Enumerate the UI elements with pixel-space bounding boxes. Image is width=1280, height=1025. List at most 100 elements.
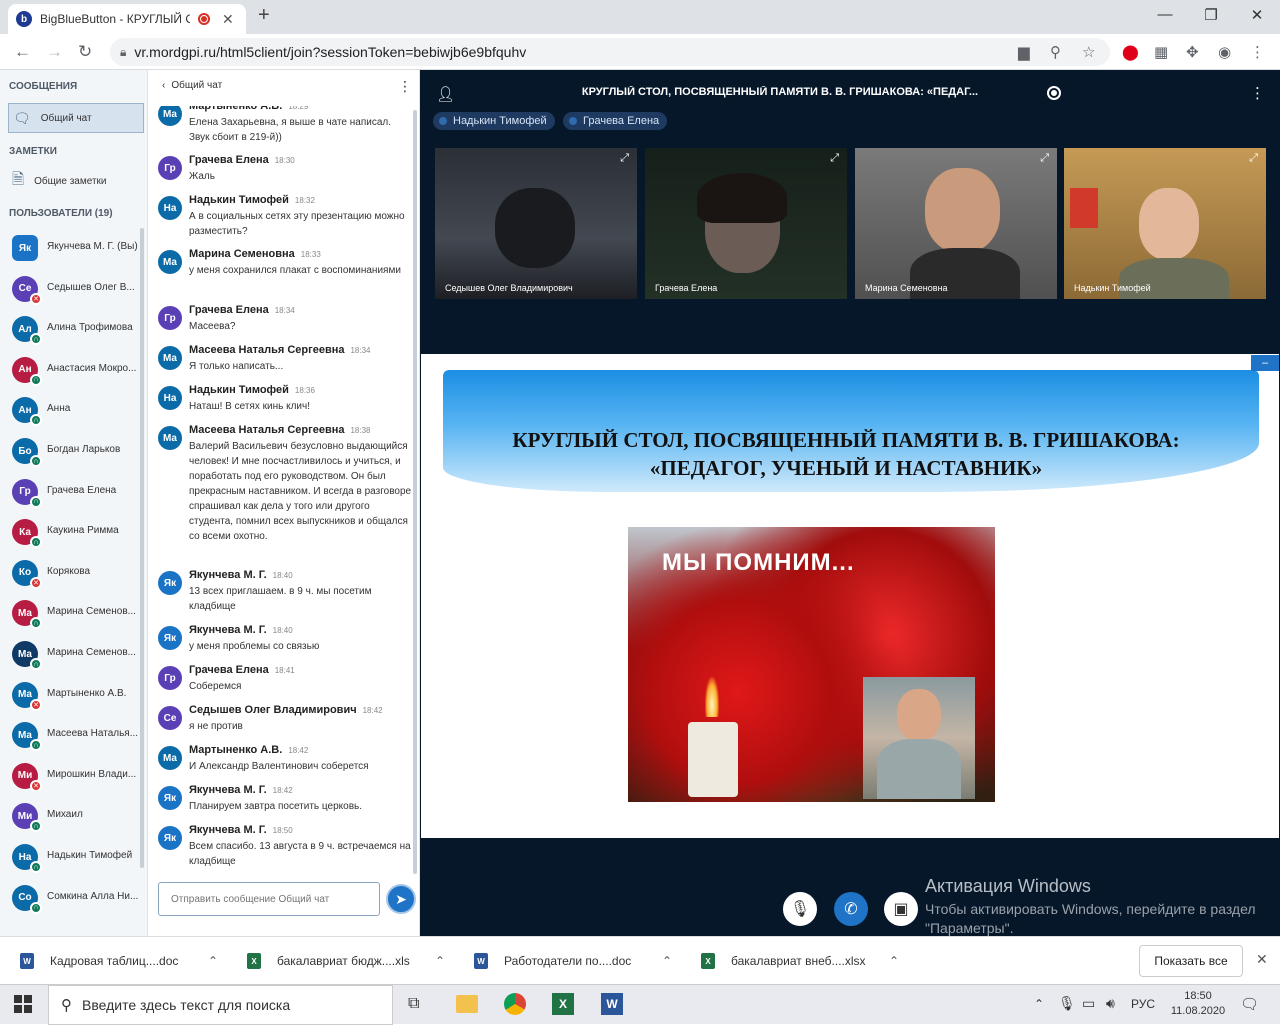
- message-text: Соберемся: [189, 681, 242, 692]
- microphone-icon[interactable]: 🎙︎: [1058, 995, 1076, 1012]
- message-text: Валерий Васильевич безусловно выдающийся…: [189, 441, 412, 542]
- user-name: Грачева Елена: [47, 484, 117, 496]
- user-list-item[interactable]: Се Седышев Олег В... ✕: [0, 269, 147, 309]
- notes-header: ЗАМЕТКИ: [9, 146, 57, 157]
- message-time: 18:36: [294, 386, 315, 395]
- user-list-item[interactable]: Ма Марина Семенов... ∩: [0, 634, 147, 674]
- url-field[interactable]: 🔒︎ vr.mordgpi.ru/html5client/join?sessio…: [110, 38, 1110, 66]
- chat-message-input[interactable]: [158, 882, 380, 916]
- browser-tab[interactable]: b BigBlueButton - КРУГЛЫЙ С ✕: [8, 4, 246, 34]
- user-list-item[interactable]: Ан Анна ∩: [0, 390, 147, 430]
- send-message-button[interactable]: ➤: [386, 884, 416, 914]
- expand-icon[interactable]: ⤢: [1040, 152, 1049, 165]
- chevron-up-icon[interactable]: ⌃: [208, 954, 218, 968]
- user-name: Мирошкин Влади...: [47, 768, 137, 780]
- download-item[interactable]: W Работодатели по....doc ⌃: [474, 937, 672, 985]
- listen-only-icon: ∩: [30, 495, 42, 508]
- fullscreen-icon[interactable]: ⤢: [1262, 820, 1272, 835]
- chevron-up-icon[interactable]: ⌃: [889, 954, 899, 968]
- excel-file-icon: X: [701, 953, 715, 969]
- video-tile[interactable]: ⤢ Марина Семеновна: [855, 148, 1057, 299]
- puzzle-icon[interactable]: ✥: [1186, 43, 1199, 61]
- file-explorer-icon[interactable]: [456, 995, 478, 1013]
- expand-icon[interactable]: ⤢: [1249, 152, 1258, 165]
- bookmark-star-icon[interactable]: ☆: [1082, 43, 1095, 61]
- opera-extension-icon[interactable]: ⬤: [1122, 43, 1139, 61]
- chat-back-button[interactable]: ‹ Общий чат: [162, 80, 222, 91]
- user-list-item[interactable]: Ка Каукина Римма ∩: [0, 512, 147, 552]
- message-text: Жаль: [189, 171, 215, 182]
- search-placeholder: Введите здесь текст для поиска: [82, 997, 291, 1013]
- chat-options-icon[interactable]: ⋮: [398, 78, 412, 95]
- notifications-icon[interactable]: 🗨︎: [1240, 995, 1259, 1013]
- close-window-icon[interactable]: ✕: [1234, 6, 1280, 24]
- close-downloads-icon[interactable]: ✕: [1256, 951, 1268, 968]
- minimize-presentation-button[interactable]: –: [1251, 355, 1279, 371]
- user-list-item[interactable]: Со Сомкина Алла Ни... ∩: [0, 878, 147, 918]
- user-list-item[interactable]: На Надькин Тимофей ∩: [0, 837, 147, 877]
- leave-audio-button[interactable]: ✆: [834, 892, 868, 926]
- public-chat-item[interactable]: 🗨︎ Общий чат: [8, 103, 144, 133]
- show-all-button[interactable]: Показать все: [1139, 945, 1243, 977]
- user-list-item[interactable]: Ан Анастасия Мокро... ∩: [0, 350, 147, 390]
- expand-icon[interactable]: ⤢: [620, 152, 629, 165]
- taskbar-search-box[interactable]: ⚲ Введите здесь текст для поиска: [48, 985, 393, 1025]
- download-item[interactable]: W Кадровая таблиц....doc ⌃: [20, 937, 218, 985]
- word-icon[interactable]: W: [601, 993, 623, 1015]
- volume-icon[interactable]: 🔊︎: [1106, 995, 1115, 1012]
- download-item[interactable]: X бакалавриат бюдж....xls ⌃: [247, 937, 445, 985]
- chevron-up-icon[interactable]: ⌃: [435, 954, 445, 968]
- user-list-item[interactable]: Ми Михаил ∩: [0, 796, 147, 836]
- message-time: 18:40: [272, 571, 293, 580]
- maximize-window-icon[interactable]: ❐: [1188, 6, 1234, 24]
- options-menu-icon[interactable]: ⋮: [1250, 84, 1265, 102]
- video-tile[interactable]: ⤢ Надькин Тимофей: [1064, 148, 1266, 299]
- taskbar-clock[interactable]: 18:50 11.08.2020: [1168, 989, 1228, 1019]
- message-sender: Якунчева М. Г. 18:40: [189, 624, 293, 636]
- user-list-item[interactable]: Бо Богдан Ларьков ∩: [0, 431, 147, 471]
- close-tab-icon[interactable]: ✕: [222, 11, 234, 28]
- profile-icon[interactable]: ◉: [1218, 43, 1231, 61]
- expand-icon[interactable]: ⤢: [830, 152, 839, 165]
- user-list-scrollbar[interactable]: [140, 228, 144, 868]
- new-tab-button[interactable]: +: [258, 4, 270, 27]
- user-list-item[interactable]: Гр Грачева Елена ∩: [0, 472, 147, 512]
- reload-icon[interactable]: ↻: [78, 42, 92, 62]
- user-list-item[interactable]: Ко Корякова ✕: [0, 553, 147, 593]
- share-webcam-button[interactable]: ▣: [884, 892, 918, 926]
- video-tile[interactable]: ⤢ Седышев Олег Владимирович: [435, 148, 637, 299]
- user-list-item[interactable]: Ал Алина Трофимова ∩: [0, 309, 147, 349]
- browser-tab-bar: b BigBlueButton - КРУГЛЫЙ С ✕ + — ❐ ✕: [0, 0, 1280, 34]
- browser-menu-icon[interactable]: ⋮: [1250, 43, 1265, 61]
- shared-notes-item[interactable]: 🗎︎ Общие заметки: [12, 170, 107, 192]
- back-arrow-icon[interactable]: ←: [14, 42, 31, 62]
- minimize-window-icon[interactable]: —: [1142, 6, 1188, 23]
- download-item[interactable]: X бакалавриат внеб....xlsx ⌃: [701, 937, 899, 985]
- tray-expand-icon[interactable]: ⌃: [1034, 997, 1044, 1011]
- mute-mic-button[interactable]: 🎙︎: [783, 892, 817, 926]
- chrome-icon[interactable]: [504, 993, 526, 1015]
- users-header: ПОЛЬЗОВАТЕЛИ (19): [9, 208, 113, 219]
- input-language[interactable]: РУС: [1131, 997, 1155, 1011]
- user-list-item[interactable]: Як Якунчева М. Г. (Вы): [0, 228, 147, 268]
- user-list-item[interactable]: Ма Марина Семенов... ∩: [0, 593, 147, 633]
- chat-scrollbar[interactable]: [413, 110, 417, 874]
- task-view-icon[interactable]: ⧉: [408, 995, 419, 1013]
- excel-icon[interactable]: X: [552, 993, 574, 1015]
- camera-icon[interactable]: ▆: [1018, 43, 1030, 61]
- user-list-item[interactable]: Ма Мартыненко А.В. ✕: [0, 675, 147, 715]
- message-sender: Грачева Елена 18:30: [189, 154, 295, 166]
- user-icon[interactable]: 👤︎: [436, 85, 455, 103]
- chevron-up-icon[interactable]: ⌃: [662, 954, 672, 968]
- flame-image: [705, 677, 719, 717]
- extension-icon[interactable]: ▦: [1154, 43, 1168, 61]
- user-list-item[interactable]: Ма Масеева Наталья... ∩: [0, 715, 147, 755]
- zoom-icon[interactable]: ⚲: [1050, 43, 1061, 61]
- user-list-item[interactable]: Ми Мирошкин Влади... ✕: [0, 756, 147, 796]
- network-icon[interactable]: ▭: [1082, 995, 1095, 1012]
- forward-arrow-icon[interactable]: →: [46, 42, 63, 62]
- video-tile[interactable]: ⤢ Грачева Елена: [645, 148, 847, 299]
- recording-status-icon[interactable]: [1047, 86, 1061, 100]
- word-file-icon: W: [20, 953, 34, 969]
- windows-start-icon[interactable]: [14, 995, 32, 1013]
